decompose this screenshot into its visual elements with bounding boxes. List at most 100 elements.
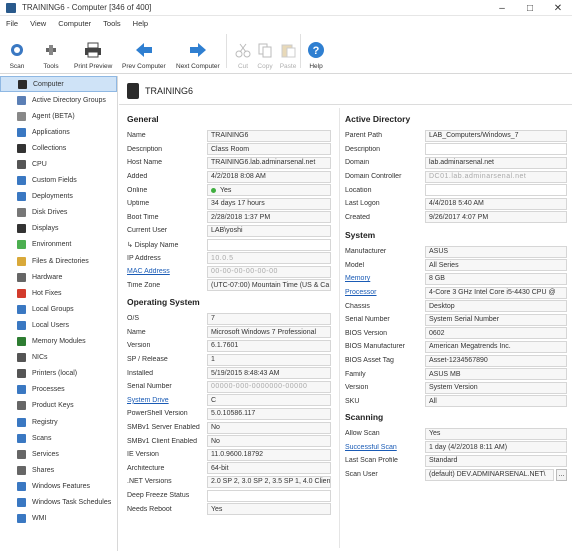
scan-button[interactable]: Scan — [8, 32, 26, 70]
field-label[interactable]: MAC Address — [127, 268, 207, 275]
field-value[interactable]: 4/4/2018 5:40 AM — [425, 197, 567, 210]
paste-button[interactable]: Paste — [279, 32, 297, 70]
sidebar-item[interactable]: WMI — [0, 511, 117, 527]
field-value[interactable] — [425, 184, 567, 197]
field-value[interactable]: 7 — [207, 312, 331, 325]
field-value[interactable]: 00000-000-0000000-00000 — [207, 380, 331, 393]
sidebar-item[interactable]: Hot Fixes — [0, 285, 117, 301]
sidebar-item[interactable]: Collections — [0, 140, 117, 156]
field-value[interactable]: ASUS MB — [425, 368, 567, 381]
sidebar-item[interactable]: Applications — [0, 124, 117, 140]
sidebar-item[interactable]: Scans — [0, 430, 117, 446]
field-value[interactable] — [425, 143, 567, 156]
field-value[interactable]: Class Room — [207, 143, 331, 156]
sidebar-item[interactable]: Active Directory Groups — [0, 92, 117, 108]
sidebar-item[interactable]: Printers (local) — [0, 366, 117, 382]
sidebar-item[interactable]: NICs — [0, 350, 117, 366]
field-value[interactable] — [207, 489, 331, 502]
field-value[interactable]: 6.1.7601 — [207, 339, 331, 352]
field-value[interactable]: Yes — [425, 427, 567, 440]
minimize-button[interactable]: – — [488, 0, 516, 16]
field-value[interactable]: DC01.lab.adminarsenal.net — [425, 170, 567, 183]
sidebar-item[interactable]: Memory Modules — [0, 334, 117, 350]
scan-user-browse-button[interactable]: ... — [556, 468, 567, 481]
field-value[interactable]: 4/2/2018 8:08 AM — [207, 170, 331, 183]
tools-button[interactable]: Tools — [42, 32, 60, 70]
field-value[interactable]: 0602 — [425, 327, 567, 340]
copy-button[interactable]: Copy — [256, 32, 274, 70]
field-value[interactable]: TRAINING6.lab.adminarsenal.net — [207, 156, 331, 169]
prev-computer-button[interactable]: Prev Computer — [122, 32, 166, 70]
sidebar-item[interactable]: Local Users — [0, 317, 117, 333]
field-value[interactable]: TRAINING6 — [207, 129, 331, 142]
field-value[interactable]: 5/19/2015 8:48:43 AM — [207, 367, 331, 380]
field-value[interactable]: System Serial Number — [425, 313, 567, 326]
help-button[interactable]: ? Help — [307, 32, 325, 70]
field-value[interactable]: Yes — [207, 184, 331, 197]
field-value[interactable]: 1 day (4/2/2018 8:11 AM) — [425, 441, 567, 454]
sidebar-item[interactable]: Disk Drives — [0, 205, 117, 221]
next-computer-button[interactable]: Next Computer — [176, 32, 220, 70]
maximize-button[interactable]: □ — [516, 0, 544, 16]
cut-button[interactable]: Cut — [234, 32, 252, 70]
field-value[interactable]: No — [207, 421, 331, 434]
field-value[interactable]: LAB\yoshi — [207, 224, 331, 237]
menu-computer[interactable]: Computer — [58, 19, 91, 28]
menu-view[interactable]: View — [30, 19, 46, 28]
field-label[interactable]: System Drive — [127, 397, 207, 404]
sidebar-item[interactable]: Displays — [0, 221, 117, 237]
field-value[interactable]: Standard — [425, 454, 567, 467]
field-value[interactable]: 9/26/2017 4:07 PM — [425, 211, 567, 224]
field-value[interactable]: Desktop — [425, 300, 567, 313]
sidebar-item[interactable]: Windows Features — [0, 478, 117, 494]
sidebar-item[interactable]: Windows Task Schedules — [0, 494, 117, 510]
field-value[interactable]: Yes — [207, 503, 331, 516]
sidebar-item[interactable]: Deployments — [0, 189, 117, 205]
field-label[interactable]: Successful Scan — [345, 444, 425, 451]
field-value[interactable] — [207, 238, 331, 251]
sidebar-item[interactable]: Registry — [0, 414, 117, 430]
field-value[interactable]: lab.adminarsenal.net — [425, 156, 567, 169]
field-value[interactable]: C — [207, 394, 331, 407]
sidebar-item[interactable]: Files & Directories — [0, 253, 117, 269]
field-value[interactable]: 2.0 SP 2, 3.0 SP 2, 3.5 SP 1, 4.0 Client… — [207, 475, 331, 488]
menu-tools[interactable]: Tools — [103, 19, 121, 28]
field-value[interactable]: 11.0.9600.18792 — [207, 448, 331, 461]
field-value[interactable]: 8 GB — [425, 272, 567, 285]
sidebar-item[interactable]: Services — [0, 446, 117, 462]
field-label[interactable]: Memory — [345, 275, 425, 282]
field-value[interactable]: No — [207, 435, 331, 448]
field-value[interactable]: 1 — [207, 353, 331, 366]
sidebar-item[interactable]: Agent (BETA) — [0, 108, 117, 124]
sidebar-item[interactable]: Shares — [0, 462, 117, 478]
field-value[interactable]: 10.0.5 — [207, 252, 331, 265]
field-value[interactable]: 2/28/2018 1:37 PM — [207, 211, 331, 224]
sidebar-item[interactable]: Local Groups — [0, 301, 117, 317]
field-value[interactable]: (default) DEV.ADMINARSENAL.NET\ — [425, 468, 554, 481]
menu-help[interactable]: Help — [133, 19, 148, 28]
field-value[interactable]: System Version — [425, 381, 567, 394]
field-value[interactable]: 4-Core 3 GHz Intel Core i5-4430 CPU @ — [425, 286, 567, 299]
field-label[interactable]: Processor — [345, 289, 425, 296]
field-value[interactable]: All — [425, 395, 567, 408]
sidebar-item[interactable]: Hardware — [0, 269, 117, 285]
print-preview-button[interactable]: Print Preview — [74, 32, 112, 70]
field-value[interactable]: All Series — [425, 259, 567, 272]
field-value[interactable]: ASUS — [425, 245, 567, 258]
field-value[interactable]: 5.0.10586.117 — [207, 407, 331, 420]
sidebar-item[interactable]: Environment — [0, 237, 117, 253]
field-value[interactable]: 34 days 17 hours — [207, 197, 331, 210]
field-value[interactable]: Microsoft Windows 7 Professional — [207, 326, 331, 339]
sidebar-item[interactable]: Custom Fields — [0, 173, 117, 189]
sidebar-item[interactable]: CPU — [0, 156, 117, 172]
close-button[interactable]: ✕ — [544, 0, 572, 16]
field-value[interactable]: American Megatrends Inc. — [425, 340, 567, 353]
field-value[interactable]: 00-00-00-00-00-00 — [207, 265, 331, 278]
field-value[interactable]: LAB_Computers/Windows_7 — [425, 129, 567, 142]
menu-file[interactable]: File — [6, 19, 18, 28]
field-value[interactable]: (UTC-07:00) Mountain Time (US & Ca — [207, 279, 331, 292]
sidebar-item[interactable]: Processes — [0, 382, 117, 398]
field-value[interactable]: Asset-1234567890 — [425, 354, 567, 367]
field-value[interactable]: 64-bit — [207, 462, 331, 475]
sidebar-item[interactable]: Product Keys — [0, 398, 117, 414]
